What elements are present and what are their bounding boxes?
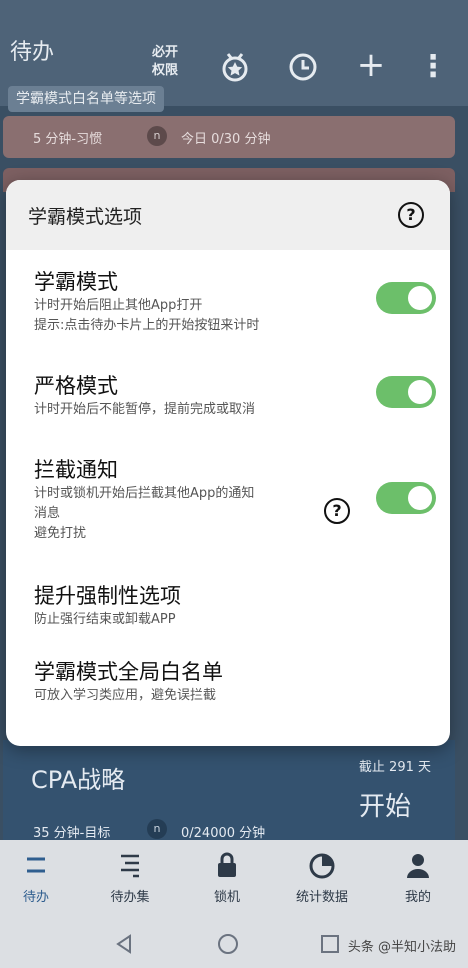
- back-icon[interactable]: [112, 932, 136, 956]
- todo-icon: [21, 850, 51, 880]
- counter-icon: n: [147, 126, 167, 146]
- option-desc-line: 计时开始后不能暂停，提前完成或取消: [34, 402, 256, 417]
- pie-chart-icon: [307, 850, 337, 880]
- bottom-nav: 待办 待办集 锁机 统计数据 我的: [0, 840, 468, 922]
- nav-label: 待办: [22, 890, 49, 905]
- help-icon[interactable]: ?: [324, 498, 350, 524]
- option-description: 计时或锁机开始后拦截其他App的通知 消息 避免打扰: [34, 484, 424, 544]
- option-desc-line: 消息: [34, 506, 61, 521]
- option-title: 提升强制性选项: [34, 584, 181, 608]
- page-title: 待办: [10, 40, 55, 65]
- block-notifications-toggle[interactable]: [376, 482, 436, 514]
- lock-icon: [212, 850, 242, 880]
- recents-icon[interactable]: [318, 932, 342, 956]
- strict-mode-toggle[interactable]: [376, 376, 436, 408]
- status-bar: [0, 0, 468, 14]
- plus-icon[interactable]: +: [354, 48, 388, 84]
- option-desc-line: 计时或锁机开始后拦截其他App的通知: [34, 486, 255, 501]
- top-app-bar: 待办 必开权限 + ⋮ 学霸模式白名单等选项: [0, 14, 468, 112]
- option-strict-mode[interactable]: 严格模式 计时开始后不能暂停，提前完成或取消: [34, 372, 424, 420]
- option-title: 学霸模式: [34, 270, 118, 294]
- more-icon[interactable]: ⋮: [416, 50, 450, 84]
- option-title: 学霸模式全局白名单: [34, 660, 223, 684]
- option-description: 计时开始后不能暂停，提前完成或取消: [34, 400, 424, 420]
- medal-icon[interactable]: [218, 50, 252, 84]
- nav-item-todo[interactable]: 待办: [0, 850, 76, 905]
- dialog-header: 学霸模式选项 ?: [6, 180, 450, 250]
- todo-set-icon: [115, 850, 145, 880]
- study-mode-toggle[interactable]: [376, 282, 436, 314]
- nav-item-stats[interactable]: 统计数据: [282, 850, 362, 905]
- dialog-title: 学霸模式选项: [28, 206, 143, 228]
- whitelist-chip[interactable]: 学霸模式白名单等选项: [8, 86, 164, 112]
- toggle-knob: [408, 486, 432, 510]
- person-icon: [403, 850, 433, 880]
- habit-today: 今日 0/30 分钟: [181, 132, 271, 147]
- goal-name: CPA战略: [31, 766, 126, 794]
- option-block-notifications[interactable]: 拦截通知 计时或锁机开始后拦截其他App的通知 消息 避免打扰 ?: [34, 456, 424, 544]
- help-icon[interactable]: ?: [398, 202, 424, 228]
- nav-label: 我的: [404, 890, 431, 905]
- option-desc-line: 防止强行结束或卸载APP: [34, 612, 176, 627]
- system-nav-bar: 头条 @半知小法助: [0, 922, 468, 968]
- watermark: 头条 @半知小法助: [347, 940, 456, 955]
- option-description: 防止强行结束或卸载APP: [34, 610, 424, 630]
- option-study-mode[interactable]: 学霸模式 计时开始后阻止其他App打开 提示:点击待办卡片上的开始按钮来计时: [34, 268, 424, 336]
- toggle-knob: [408, 286, 432, 310]
- option-desc-line: 避免打扰: [34, 526, 87, 541]
- habit-card[interactable]: 5 分钟-习惯 n 今日 0/30 分钟: [3, 116, 455, 158]
- option-title: 拦截通知: [34, 458, 118, 482]
- clock-icon[interactable]: [286, 50, 320, 84]
- option-desc-line: 可放入学习类应用，避免误拦截: [34, 688, 217, 703]
- option-description: 可放入学习类应用，避免误拦截: [34, 686, 424, 706]
- toggle-knob: [408, 380, 432, 404]
- goal-progress: 0/24000 分钟: [181, 826, 266, 841]
- option-desc-line: 提示:点击待办卡片上的开始按钮来计时: [34, 318, 260, 333]
- study-mode-options-dialog: 学霸模式选项 ? 学霸模式 计时开始后阻止其他App打开 提示:点击待办卡片上的…: [6, 180, 450, 746]
- permission-label[interactable]: 必开权限: [147, 44, 183, 80]
- goal-deadline: 截止 291 天: [358, 760, 431, 775]
- option-desc-line: 计时开始后阻止其他App打开: [34, 298, 203, 313]
- goal-start-button[interactable]: 开始: [359, 786, 411, 823]
- nav-label: 统计数据: [295, 890, 348, 905]
- goal-info: 35 分钟-目标: [33, 826, 111, 841]
- counter-icon: n: [147, 819, 167, 839]
- option-title: 严格模式: [34, 374, 118, 398]
- option-global-whitelist[interactable]: 学霸模式全局白名单 可放入学习类应用，避免误拦截: [34, 658, 424, 706]
- nav-label: 待办集: [110, 890, 150, 905]
- habit-info: 5 分钟-习惯: [33, 132, 103, 147]
- nav-item-todo-set[interactable]: 待办集: [90, 850, 170, 905]
- goal-card[interactable]: CPA战略 截止 291 天 开始 35 分钟-目标 n 0/24000 分钟: [3, 740, 455, 841]
- nav-item-lock[interactable]: 锁机: [187, 850, 267, 905]
- nav-label: 锁机: [213, 890, 240, 905]
- option-enforcement[interactable]: 提升强制性选项 防止强行结束或卸载APP: [34, 582, 424, 630]
- nav-item-me[interactable]: 我的: [378, 850, 458, 905]
- option-description: 计时开始后阻止其他App打开 提示:点击待办卡片上的开始按钮来计时: [34, 296, 424, 336]
- home-icon[interactable]: [216, 932, 240, 956]
